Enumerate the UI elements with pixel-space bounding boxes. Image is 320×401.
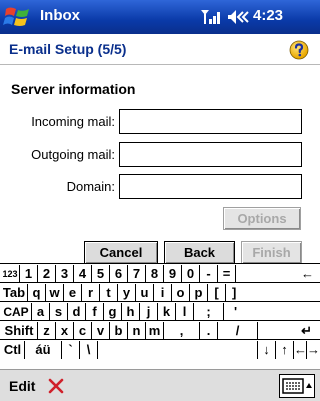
key-7[interactable]: 7	[128, 265, 146, 283]
app-title: Inbox	[40, 7, 80, 24]
page-header: E-mail Setup (5/5)	[0, 34, 320, 65]
key-backspace[interactable]: ←	[236, 265, 320, 283]
keyboard-row-1: 123 1 2 3 4 5 6 7 8 9 0 - = ←	[0, 265, 320, 283]
key-backslash[interactable]: \	[80, 341, 98, 359]
key-w[interactable]: w	[46, 284, 64, 302]
options-button[interactable]: Options	[223, 207, 301, 230]
key-caps[interactable]: CAP	[1, 303, 32, 321]
speaker-icon[interactable]	[226, 9, 250, 30]
signal-strength-icon[interactable]	[200, 9, 222, 30]
key-p[interactable]: p	[190, 284, 208, 302]
key-up-arrow[interactable]: ↑	[276, 341, 294, 359]
key-apostrophe[interactable]: '	[224, 303, 320, 321]
windows-flag-icon	[3, 7, 29, 26]
domain-field[interactable]	[119, 174, 302, 199]
key-b[interactable]: b	[110, 322, 128, 340]
key-a[interactable]: a	[32, 303, 50, 321]
key-9[interactable]: 9	[164, 265, 182, 283]
keyboard-row-3: CAP a s d f g h j k l ; '	[0, 303, 320, 321]
keyboard-input-icon[interactable]	[279, 374, 315, 398]
key-h[interactable]: h	[122, 303, 140, 321]
key-backtick[interactable]: `	[62, 341, 80, 359]
cancel-button[interactable]: Cancel	[84, 241, 158, 264]
key-right-arrow[interactable]: →	[307, 341, 320, 359]
key-semicolon[interactable]: ;	[194, 303, 224, 321]
key-4[interactable]: 4	[74, 265, 92, 283]
key-i[interactable]: i	[154, 284, 172, 302]
soft-keyboard: 123 1 2 3 4 5 6 7 8 9 0 - = ← Tab q w e …	[0, 263, 320, 369]
key-accents[interactable]: áü	[25, 341, 62, 359]
key-shift[interactable]: Shift	[1, 322, 38, 340]
key-x[interactable]: x	[56, 322, 74, 340]
key-m[interactable]: m	[146, 322, 164, 340]
key-s[interactable]: s	[50, 303, 68, 321]
key-tab[interactable]: Tab	[1, 284, 28, 302]
key-3[interactable]: 3	[56, 265, 74, 283]
key-8[interactable]: 8	[146, 265, 164, 283]
key-0[interactable]: 0	[182, 265, 200, 283]
key-minus[interactable]: -	[200, 265, 218, 283]
key-o[interactable]: o	[172, 284, 190, 302]
command-bar: Edit	[0, 369, 320, 401]
key-1[interactable]: 1	[20, 265, 38, 283]
key-comma[interactable]: ,	[164, 322, 200, 340]
key-k[interactable]: k	[158, 303, 176, 321]
key-enter[interactable]: ↵	[258, 322, 320, 340]
key-g[interactable]: g	[104, 303, 122, 321]
keyboard-row-4: Shift z x c v b n m , . / ↵	[0, 322, 320, 340]
section-title: Server information	[11, 81, 136, 97]
clock[interactable]: 4:23	[253, 7, 283, 24]
finish-button[interactable]: Finish	[241, 241, 302, 264]
start-button[interactable]	[3, 3, 33, 31]
key-r[interactable]: r	[82, 284, 100, 302]
key-u[interactable]: u	[136, 284, 154, 302]
outgoing-mail-label: Outgoing mail:	[31, 147, 115, 162]
key-z[interactable]: z	[38, 322, 56, 340]
key-left-bracket[interactable]: [	[208, 284, 226, 302]
key-n[interactable]: n	[128, 322, 146, 340]
key-space[interactable]	[98, 341, 258, 359]
outgoing-mail-field[interactable]	[119, 142, 302, 167]
keyboard-row-2: Tab q w e r t y u i o p [ ]	[0, 284, 320, 302]
key-ctl[interactable]: Ctl	[1, 341, 25, 359]
edit-menu[interactable]: Edit	[9, 378, 35, 394]
domain-label: Domain:	[66, 179, 115, 194]
key-period[interactable]: .	[200, 322, 218, 340]
incoming-mail-field[interactable]	[119, 109, 302, 134]
keyboard-row-5: Ctl áü ` \ ↓ ↑ ← →	[0, 341, 320, 359]
key-c[interactable]: c	[74, 322, 92, 340]
key-l[interactable]: l	[176, 303, 194, 321]
page-title: E-mail Setup (5/5)	[9, 41, 127, 57]
title-bar: Inbox 4:23	[0, 0, 320, 34]
key-j[interactable]: j	[140, 303, 158, 321]
key-f[interactable]: f	[86, 303, 104, 321]
key-2[interactable]: 2	[38, 265, 56, 283]
key-d[interactable]: d	[68, 303, 86, 321]
key-e[interactable]: e	[64, 284, 82, 302]
key-down-arrow[interactable]: ↓	[258, 341, 276, 359]
key-slash[interactable]: /	[218, 322, 258, 340]
key-5[interactable]: 5	[92, 265, 110, 283]
key-t[interactable]: t	[100, 284, 118, 302]
red-x-delete-icon[interactable]	[47, 377, 65, 400]
incoming-mail-label: Incoming mail:	[31, 114, 115, 129]
key-q[interactable]: q	[28, 284, 46, 302]
key-6[interactable]: 6	[110, 265, 128, 283]
key-left-arrow[interactable]: ←	[294, 341, 307, 359]
key-equals[interactable]: =	[218, 265, 236, 283]
key-v[interactable]: v	[92, 322, 110, 340]
key-123[interactable]: 123	[1, 265, 20, 283]
key-y[interactable]: y	[118, 284, 136, 302]
key-right-bracket[interactable]: ]	[226, 284, 320, 302]
help-icon[interactable]	[289, 40, 309, 60]
back-button[interactable]: Back	[164, 241, 235, 264]
